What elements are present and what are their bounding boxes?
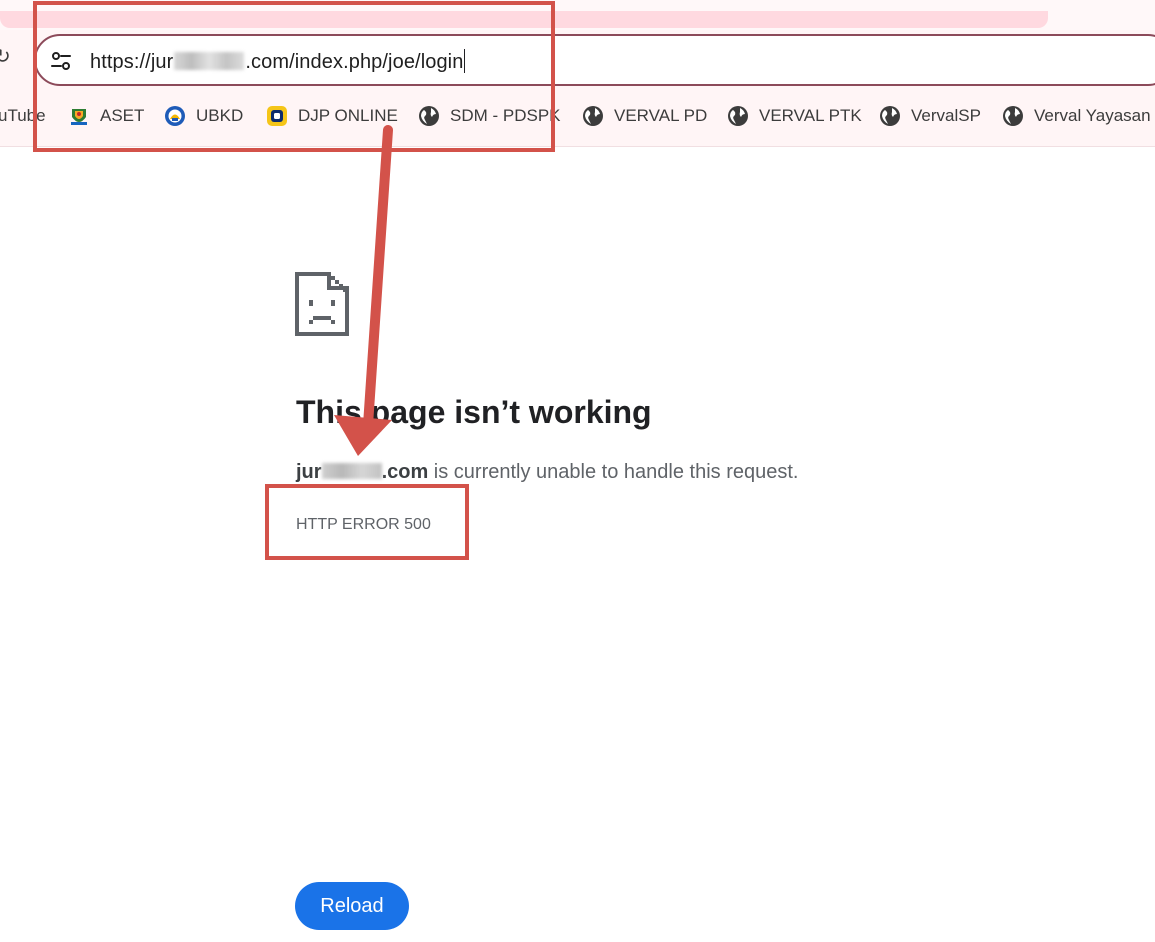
- globe-icon: [880, 106, 900, 126]
- bookmark-label: Verval Yayasan: [1034, 106, 1151, 125]
- globe-icon: [1003, 106, 1023, 126]
- reload-button[interactable]: Reload: [295, 882, 409, 930]
- redacted-host: [321, 463, 382, 479]
- annotation-box-url: [33, 1, 555, 152]
- annotation-box-error-code: [265, 484, 469, 560]
- sad-page-icon: [295, 272, 349, 336]
- error-title: This page isn’t working: [296, 394, 652, 430]
- host-suffix: .com: [381, 461, 429, 483]
- bookmark-vervalsp[interactable]: VervalSP: [879, 98, 981, 134]
- bookmark-label: VERVAL PTK: [759, 106, 862, 125]
- reload-icon[interactable]: ↻: [0, 46, 16, 68]
- host-prefix: jur: [296, 461, 322, 483]
- globe-icon: [728, 106, 748, 126]
- globe-icon: [583, 106, 603, 126]
- error-host: jur .com: [296, 461, 428, 483]
- bookmark-verval-ptk[interactable]: VERVAL PTK: [727, 98, 862, 134]
- bookmark-label: VERVAL PD: [614, 106, 708, 125]
- description-text: is currently unable to handle this reque…: [428, 461, 799, 483]
- bookmark-label: VervalSP: [911, 106, 981, 125]
- error-description: jur .com is currently unable to handle th…: [296, 461, 798, 484]
- bookmark-verval-yayasan[interactable]: Verval Yayasan: [1002, 98, 1151, 134]
- bookmark-verval-pd[interactable]: VERVAL PD: [582, 98, 707, 134]
